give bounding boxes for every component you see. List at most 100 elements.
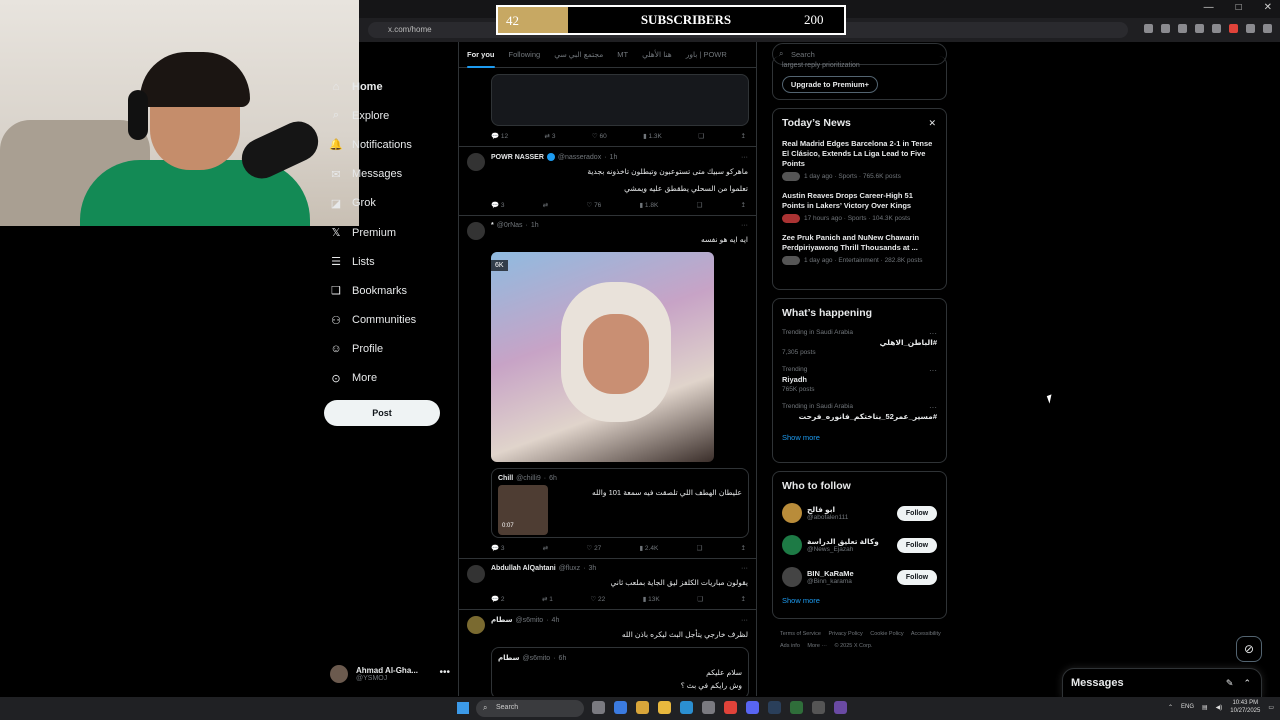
tweet-time[interactable]: 3h [589, 565, 597, 572]
tweet[interactable]: Abdullah AlQahtani @fluxz · 3h ··· يقولو… [459, 559, 756, 610]
views-button[interactable]: ▮ 2.4K [640, 544, 659, 552]
trend-item[interactable]: Trending in Saudi Arabia ··· #الباطن_الا… [782, 329, 937, 356]
show-more-link[interactable]: Show more [782, 433, 937, 442]
views-button[interactable]: ▮ 13K [643, 595, 660, 603]
new-message-icon[interactable]: ✎ [1226, 678, 1234, 689]
expand-icon[interactable]: ⌃ [1243, 678, 1251, 689]
grok-icon[interactable]: ⊘ [1236, 636, 1262, 662]
sidebar-item-premium[interactable]: 𝕏 Premium [330, 218, 460, 247]
quoted-tweet[interactable]: Chill @chilli9 · 6h 0:07 عليطان الهطف ال… [491, 468, 749, 538]
brave-icon[interactable] [724, 701, 737, 714]
retweet-button[interactable]: ⇄ [543, 201, 548, 209]
extensions-icon[interactable] [1212, 24, 1221, 33]
footer-link[interactable]: Cookie Policy [870, 631, 903, 637]
sidebar-item-bookmarks[interactable]: ❑ Bookmarks [330, 276, 460, 305]
tweet-author-name[interactable]: سطام [491, 616, 512, 624]
share-icon[interactable]: ↥ [741, 544, 746, 552]
file-explorer-icon[interactable] [658, 701, 671, 714]
tweet-time[interactable]: 4h [552, 617, 560, 624]
tweet-author-name[interactable]: Abdullah AlQahtani [491, 565, 556, 572]
store-icon[interactable] [702, 701, 715, 714]
quoted-tweet[interactable]: سطام @s6mito · 6h سلام عليكم وش رايكم في… [491, 647, 749, 696]
upgrade-premium-button[interactable]: Upgrade to Premium+ [782, 76, 878, 93]
post-button[interactable]: Post [324, 400, 440, 426]
like-button[interactable]: ♡ 22 [590, 595, 605, 603]
retweet-button[interactable]: ⇄ 3 [545, 132, 556, 140]
tweet-more-icon[interactable]: ··· [741, 222, 748, 229]
media-icon[interactable] [1161, 24, 1170, 33]
reader-icon[interactable] [1178, 24, 1187, 33]
steam-icon[interactable] [768, 701, 781, 714]
retweet-button[interactable]: ⇄ [543, 544, 548, 552]
show-more-link[interactable]: Show more [782, 596, 937, 605]
sidebar-item-home[interactable]: ⌂ Home [330, 72, 460, 101]
reply-button[interactable]: 💬 3 [491, 544, 505, 552]
language-indicator[interactable]: ENG [1181, 704, 1194, 710]
account-switcher[interactable]: Ahmad Al-Gha... @YSMOJ ••• [330, 661, 450, 687]
tab-ahli[interactable]: هنا الأهلي [642, 50, 672, 59]
sidebar-item-lists[interactable]: ☰ Lists [330, 247, 460, 276]
tweet[interactable]: * @0rNas · 1h ··· ايه ايه هو نفسه 6K Chi… [459, 216, 756, 559]
close-window-button[interactable]: ✕ [1264, 2, 1272, 13]
trend-more-icon[interactable]: ··· [929, 329, 937, 338]
follow-button[interactable]: Follow [897, 570, 937, 585]
terminal-icon[interactable] [790, 701, 803, 714]
maximize-button[interactable]: □ [1236, 2, 1242, 13]
share-icon[interactable]: ↥ [741, 201, 746, 209]
bookmark-icon[interactable]: ❑ [697, 544, 703, 552]
brave-shield-icon[interactable] [1229, 24, 1238, 33]
sidebar-item-explore[interactable]: ⌕ Explore [330, 101, 460, 130]
trend-more-icon[interactable]: ··· [929, 403, 937, 412]
network-icon[interactable]: ▤ [1202, 704, 1208, 711]
tab-mt[interactable]: MT [617, 50, 628, 59]
follow-button[interactable]: Follow [897, 538, 937, 553]
tweet-author-handle[interactable]: @nasseradox [558, 154, 601, 161]
trend-item[interactable]: Trending ··· Riyadh 765K posts [782, 366, 937, 393]
footer-link[interactable]: Accessibility [911, 631, 941, 637]
follow-suggestion[interactable]: BIN_KaRaMe @Binn_karama Follow [782, 566, 937, 588]
tweet-time[interactable]: 1h [531, 222, 539, 229]
footer-link[interactable]: Ads info [780, 643, 800, 649]
sidebar-item-notifications[interactable]: 🔔 Notifications [329, 130, 460, 159]
tweet-more-icon[interactable]: ··· [741, 617, 748, 624]
sidebar-icon[interactable] [1195, 24, 1204, 33]
avatar[interactable] [782, 535, 802, 555]
news-item[interactable]: Real Madrid Edges Barcelona 2-1 in Tense… [782, 139, 937, 181]
tweet-author-handle[interactable]: @s6mito [515, 617, 543, 624]
share-icon[interactable]: ↥ [741, 132, 746, 140]
sidebar-item-messages[interactable]: ✉ Messages [330, 160, 460, 189]
sidebar-item-grok[interactable]: ◪ Grok [330, 189, 460, 218]
downloads-icon[interactable] [1144, 24, 1153, 33]
tab-following[interactable]: Following [509, 50, 541, 59]
taskbar-clock[interactable]: 10:43 PM 10/27/2025 [1230, 699, 1260, 715]
retweet-button[interactable]: ⇄ 1 [542, 595, 553, 603]
tweet-time[interactable]: 1h [610, 154, 618, 161]
tweet[interactable]: POWR NASSER @nasseradox · 1h ··· ماهركو … [459, 147, 756, 216]
news-item[interactable]: Austin Reaves Drops Career-High 51 Point… [782, 191, 937, 223]
tweet-card-image[interactable] [491, 74, 749, 126]
tweet-video[interactable]: 6K [491, 252, 714, 462]
tab-for-you[interactable]: For you [467, 50, 495, 68]
windows-start-icon[interactable] [457, 702, 469, 714]
sidebar-item-communities[interactable]: ⚇ Communities [330, 306, 460, 335]
tweet[interactable]: سطام @s6mito · 4h ··· لظرف خارجي يتأجل ا… [459, 610, 756, 696]
tweet-more-icon[interactable]: ··· [741, 565, 748, 572]
notification-icon[interactable]: ▭ [1268, 704, 1274, 711]
follow-suggestion[interactable]: ابو فالح @abofalen111 Follow [782, 502, 937, 524]
edge-icon[interactable] [680, 701, 693, 714]
menu-icon[interactable] [1263, 24, 1272, 33]
task-view-icon[interactable] [592, 701, 605, 714]
tab-powr[interactable]: باور | POWR [686, 50, 727, 59]
trend-item[interactable]: Trending in Saudi Arabia ··· #مسير_عمر52… [782, 403, 937, 421]
avatar[interactable] [467, 153, 485, 171]
follow-suggestion[interactable]: وكالة تعليق الدراسة @News_Ejazah Follow [782, 534, 937, 556]
avatar[interactable] [467, 616, 485, 634]
close-icon[interactable]: ✕ [928, 118, 936, 129]
tweet-more-icon[interactable]: ··· [741, 154, 748, 161]
footer-link[interactable]: More ··· [807, 643, 827, 649]
minimize-button[interactable]: — [1204, 2, 1214, 13]
obs-icon[interactable] [812, 701, 825, 714]
chrome-icon[interactable] [636, 701, 649, 714]
trend-more-icon[interactable]: ··· [929, 366, 937, 375]
avatar[interactable] [467, 222, 485, 240]
